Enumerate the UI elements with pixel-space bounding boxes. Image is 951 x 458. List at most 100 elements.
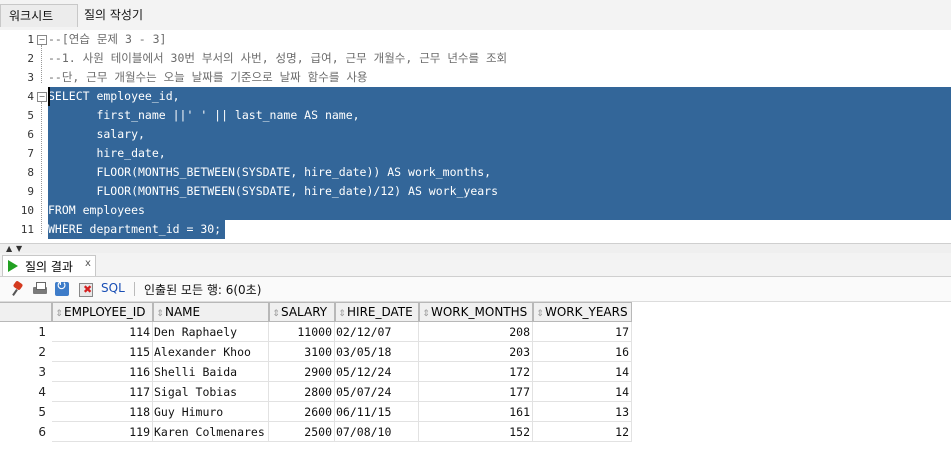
- cell-work-years[interactable]: 16: [533, 342, 632, 362]
- cell-hire-date[interactable]: 02/12/07: [335, 322, 419, 342]
- cell-name[interactable]: Guy Himuro: [153, 402, 269, 422]
- column-label: WORK_YEARS: [545, 305, 628, 319]
- cell-work-months[interactable]: 208: [419, 322, 533, 342]
- line-number: 8: [27, 166, 34, 179]
- column-header-employee-id[interactable]: ⇕EMPLOYEE_ID: [52, 302, 153, 322]
- cell-hire-date[interactable]: 06/11/15: [335, 402, 419, 422]
- cell-work-months[interactable]: 203: [419, 342, 533, 362]
- line-number: 2: [27, 52, 34, 65]
- sort-icon: ⇕: [156, 309, 164, 319]
- result-grid[interactable]: ⇕EMPLOYEE_ID ⇕NAME ⇕SALARY ⇕HIRE_DATE ⇕W…: [0, 302, 951, 458]
- cell-work-months[interactable]: 177: [419, 382, 533, 402]
- line-number: 4: [27, 90, 34, 103]
- cell-employee-id[interactable]: 118: [52, 402, 153, 422]
- fold-minus-icon[interactable]: −: [37, 35, 47, 45]
- column-label: HIRE_DATE: [347, 305, 413, 319]
- line-number: 5: [27, 109, 34, 122]
- column-label: EMPLOYEE_ID: [64, 305, 146, 319]
- cell-salary[interactable]: 2800: [269, 382, 335, 402]
- run-icon: [8, 260, 18, 272]
- cell-work-months[interactable]: 172: [419, 362, 533, 382]
- cell-name[interactable]: Shelli Baida: [153, 362, 269, 382]
- code-line-selected: first_name ||' ' || last_name AS name,: [48, 106, 951, 125]
- pin-icon[interactable]: [10, 281, 26, 297]
- sort-icon: ⇕: [536, 309, 544, 319]
- cell-hire-date[interactable]: 07/08/10: [335, 422, 419, 442]
- column-header-hire-date[interactable]: ⇕HIRE_DATE: [335, 302, 419, 322]
- cell-salary[interactable]: 2900: [269, 362, 335, 382]
- text-cursor: [48, 87, 50, 106]
- cell-name[interactable]: Den Raphaely: [153, 322, 269, 342]
- sql-editor[interactable]: 1 2 3 4 5 6 7 8 9 10 11 − − --[연습 문제 3 -…: [0, 30, 951, 243]
- cell-work-years[interactable]: 14: [533, 382, 632, 402]
- tab-label: 질의 결과: [25, 260, 73, 274]
- code-line-selected: FLOOR(MONTHS_BETWEEN(SYSDATE, hire_date)…: [48, 163, 951, 182]
- cell-work-months[interactable]: 161: [419, 402, 533, 422]
- code-line-selected: salary,: [48, 125, 951, 144]
- line-number: 6: [27, 128, 34, 141]
- fold-guide: [41, 45, 42, 83]
- code-line-selected: FROM employees: [48, 201, 951, 220]
- sql-button[interactable]: SQL: [101, 281, 125, 295]
- column-label: WORK_MONTHS: [431, 305, 528, 319]
- cell-work-months[interactable]: 152: [419, 422, 533, 442]
- print-icon[interactable]: [32, 281, 48, 297]
- cell-work-years[interactable]: 13: [533, 402, 632, 422]
- sort-icon: ⇕: [422, 309, 430, 319]
- cell-work-years[interactable]: 17: [533, 322, 632, 342]
- column-label: SALARY: [281, 305, 328, 319]
- cell-employee-id[interactable]: 115: [52, 342, 153, 362]
- refresh-icon[interactable]: [54, 279, 70, 297]
- line-number: 3: [27, 71, 34, 84]
- close-icon[interactable]: x: [85, 258, 91, 269]
- tab-worksheet[interactable]: 워크시트: [0, 4, 78, 27]
- cell-salary[interactable]: 3100: [269, 342, 335, 362]
- cell-employee-id[interactable]: 119: [52, 422, 153, 442]
- line-number: 9: [27, 185, 34, 198]
- cell-employee-id[interactable]: 117: [52, 382, 153, 402]
- code-line: --단, 근무 개월수는 오늘 날짜를 기준으로 날짜 함수를 사용: [48, 70, 368, 84]
- cell-employee-id[interactable]: 116: [52, 362, 153, 382]
- cell-hire-date[interactable]: 05/07/24: [335, 382, 419, 402]
- row-number: 5: [38, 405, 46, 419]
- column-header-name[interactable]: ⇕NAME: [153, 302, 269, 322]
- line-gutter: 1 2 3 4 5 6 7 8 9 10 11 − −: [0, 30, 48, 243]
- line-number: 1: [27, 33, 34, 46]
- cell-salary[interactable]: 2600: [269, 402, 335, 422]
- cell-name[interactable]: Alexander Khoo: [153, 342, 269, 362]
- row-header-corner: [0, 302, 52, 322]
- worksheet-tabbar: 워크시트 질의 작성기: [0, 0, 951, 31]
- collapse-up-icon[interactable]: ▲: [6, 245, 12, 253]
- toolbar-divider: [134, 282, 135, 296]
- code-line: --[연습 문제 3 - 3]: [48, 32, 167, 46]
- cell-work-years[interactable]: 14: [533, 362, 632, 382]
- cell-salary[interactable]: 11000: [269, 322, 335, 342]
- cell-hire-date[interactable]: 05/12/24: [335, 362, 419, 382]
- column-header-work-years[interactable]: ⇕WORK_YEARS: [533, 302, 632, 322]
- row-number: 3: [38, 365, 46, 379]
- sort-icon: ⇕: [272, 309, 280, 319]
- clear-icon[interactable]: [78, 281, 94, 297]
- column-label: NAME: [165, 305, 201, 319]
- line-number: 7: [27, 147, 34, 160]
- code-line: --1. 사원 테이블에서 30번 부서의 사번, 성명, 급여, 근무 개월수…: [48, 51, 508, 65]
- tab-query-result[interactable]: 질의 결과 x: [2, 255, 96, 276]
- line-number: 11: [20, 223, 34, 236]
- code-line-selected: hire_date,: [48, 144, 951, 163]
- cell-employee-id[interactable]: 114: [52, 322, 153, 342]
- collapse-down-icon[interactable]: ▼: [16, 245, 22, 253]
- cell-name[interactable]: Sigal Tobias: [153, 382, 269, 402]
- cell-work-years[interactable]: 12: [533, 422, 632, 442]
- fetch-status: 인출된 모든 행: 6(0초): [144, 283, 262, 297]
- cell-hire-date[interactable]: 03/05/18: [335, 342, 419, 362]
- cell-name[interactable]: Karen Colmenares: [153, 422, 269, 442]
- code-line-selected: SELECT employee_id,: [48, 87, 951, 106]
- code-line-selected: WHERE department_id = 30;: [48, 220, 225, 239]
- row-number: 4: [38, 385, 46, 399]
- row-number: 1: [38, 325, 46, 339]
- column-header-salary[interactable]: ⇕SALARY: [269, 302, 335, 322]
- cell-salary[interactable]: 2500: [269, 422, 335, 442]
- fold-minus-icon[interactable]: −: [37, 92, 47, 102]
- tab-query-builder[interactable]: 질의 작성기: [76, 4, 151, 26]
- column-header-work-months[interactable]: ⇕WORK_MONTHS: [419, 302, 533, 322]
